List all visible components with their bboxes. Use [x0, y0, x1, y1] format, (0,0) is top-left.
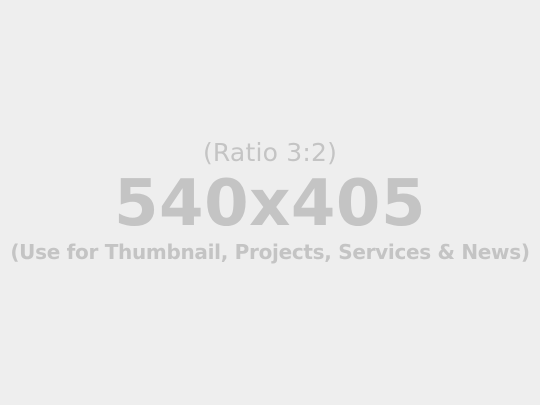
usage-note: (Use for Thumbnail, Projects, Services &… [10, 240, 530, 264]
dimensions-label: 540x405 [114, 167, 426, 241]
placeholder-image: (Ratio 3:2) 540x405 (Use for Thumbnail, … [0, 0, 540, 405]
ratio-label: (Ratio 3:2) [202, 138, 338, 167]
